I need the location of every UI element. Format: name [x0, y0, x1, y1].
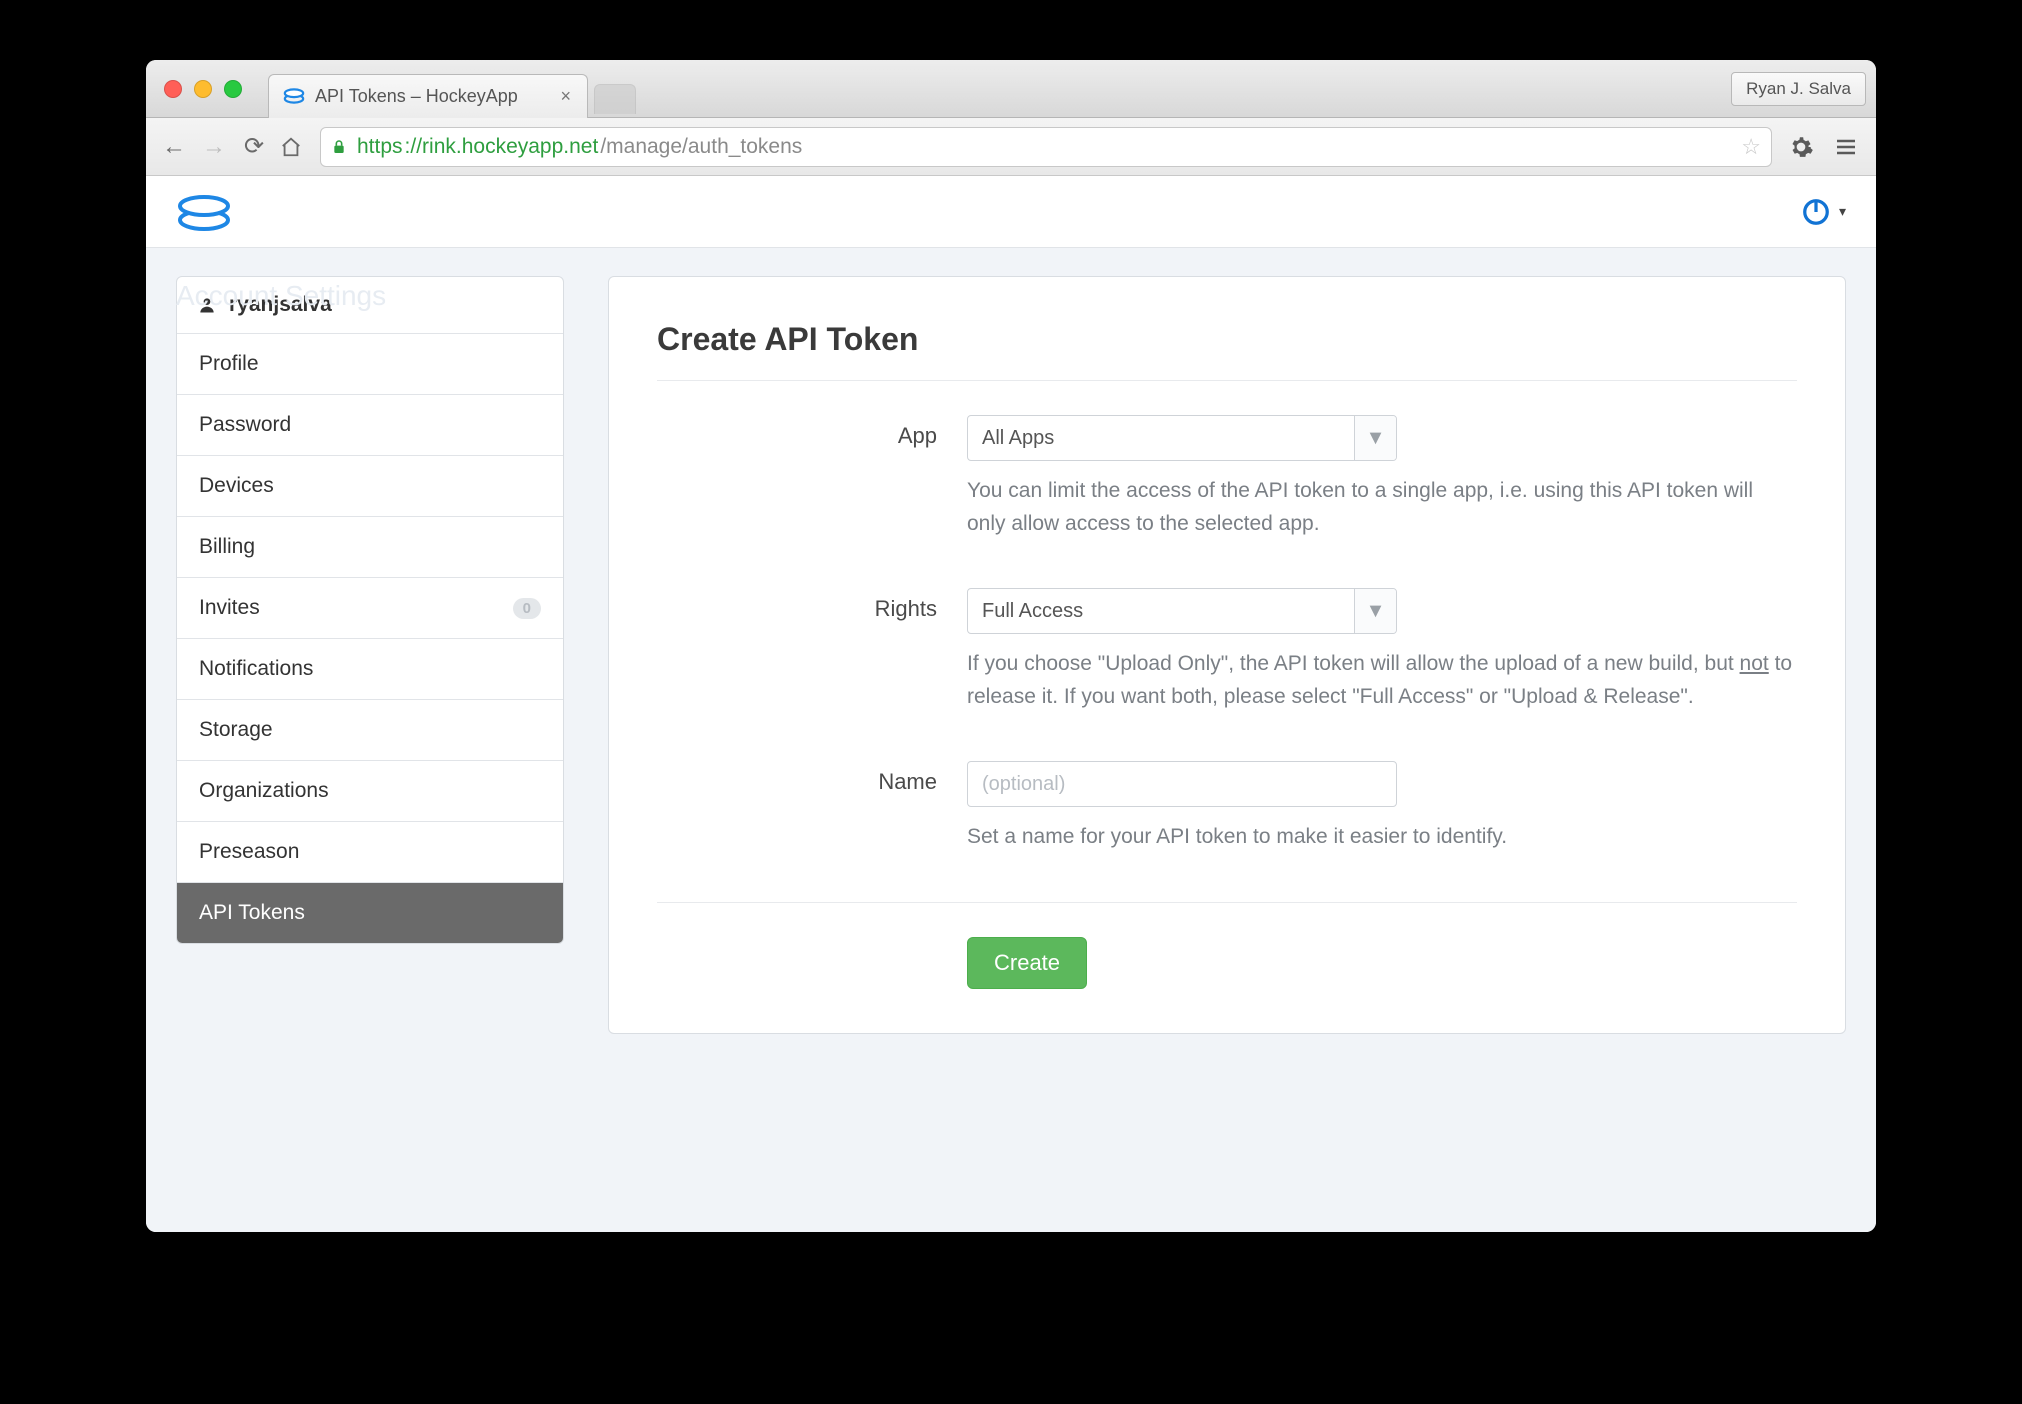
form-row-rights: Rights Full Access ▼ If you choose "Uplo…: [657, 588, 1797, 713]
sidebar-item-label: Invites: [199, 596, 260, 620]
browser-toolbar: ← → ⟳ https ://rink.hockeyapp.net /manag…: [146, 118, 1876, 176]
url-host: ://rink.hockeyapp.net: [405, 135, 599, 159]
sidebar-item-label: Billing: [199, 535, 255, 559]
window-close-button[interactable]: [164, 80, 182, 98]
caret-down-icon: ▼: [1354, 589, 1396, 633]
sidebar-item-storage[interactable]: Storage: [177, 700, 563, 761]
name-label: Name: [657, 761, 967, 854]
panel-heading: Create API Token: [657, 321, 1797, 358]
back-button[interactable]: ←: [160, 135, 188, 159]
form-row-name: Name Set a name for your API token to ma…: [657, 761, 1797, 854]
sidebar-item-label: Preseason: [199, 840, 299, 864]
create-button[interactable]: Create: [967, 937, 1087, 989]
account-menu-button[interactable]: ▾: [1801, 197, 1846, 227]
sidebar-item-label: Notifications: [199, 657, 313, 681]
sidebar-item-billing[interactable]: Billing: [177, 517, 563, 578]
rights-select-value: Full Access: [968, 589, 1354, 633]
sidebar-item-notifications[interactable]: Notifications: [177, 639, 563, 700]
sidebar-item-invites[interactable]: Invites 0: [177, 578, 563, 639]
sidebar-item-label: Profile: [199, 352, 259, 376]
window-minimize-button[interactable]: [194, 80, 212, 98]
forward-button[interactable]: →: [200, 135, 228, 159]
reload-button[interactable]: ⟳: [240, 135, 268, 159]
window-zoom-button[interactable]: [224, 80, 242, 98]
rights-label: Rights: [657, 588, 967, 713]
sidebar-badge: 0: [513, 598, 541, 619]
new-tab-button[interactable]: [594, 84, 636, 114]
rights-select[interactable]: Full Access ▼: [967, 588, 1397, 634]
app-select-value: All Apps: [968, 416, 1354, 460]
caret-down-icon: ▾: [1839, 203, 1846, 220]
divider: [657, 380, 1797, 381]
chrome-menu-icon[interactable]: [1830, 135, 1862, 159]
settings-sidebar: ryanjsalva ProfilePasswordDevicesBilling…: [176, 276, 564, 944]
url-path: /manage/auth_tokens: [600, 135, 802, 159]
form-actions: Create: [657, 937, 1797, 989]
sidebar-item-label: Password: [199, 413, 291, 437]
rights-help-underlined: not: [1740, 652, 1769, 675]
page-subtitle-faint: Account Settings: [176, 280, 386, 312]
sidebar-item-label: Organizations: [199, 779, 329, 803]
app-help-text: You can limit the access of the API toke…: [967, 475, 1797, 540]
chrome-user-chip[interactable]: Ryan J. Salva: [1731, 72, 1866, 106]
divider: [657, 902, 1797, 903]
rights-help-pre: If you choose "Upload Only", the API tok…: [967, 652, 1740, 675]
traffic-lights: [164, 80, 242, 98]
app-select[interactable]: All Apps ▼: [967, 415, 1397, 461]
sidebar-item-password[interactable]: Password: [177, 395, 563, 456]
bookmark-star-icon[interactable]: ☆: [1741, 134, 1761, 160]
hockeyapp-favicon-icon: [283, 85, 305, 107]
app-header: ▾: [146, 176, 1876, 248]
name-help-text: Set a name for your API token to make it…: [967, 821, 1797, 854]
url-scheme: https: [357, 135, 403, 159]
tab-close-button[interactable]: ×: [556, 86, 575, 107]
sidebar-item-api-tokens[interactable]: API Tokens: [177, 883, 563, 943]
page-body: ▾ Account Settings ryanjsalva ProfilePas…: [146, 176, 1876, 1232]
tab-title: API Tokens – HockeyApp: [315, 86, 518, 107]
sidebar-item-devices[interactable]: Devices: [177, 456, 563, 517]
form-row-app: App All Apps ▼ You can limit the access …: [657, 415, 1797, 540]
browser-window: API Tokens – HockeyApp × Ryan J. Salva ←…: [146, 60, 1876, 1232]
hockeyapp-logo-icon: [176, 191, 232, 233]
sidebar-item-label: Storage: [199, 718, 273, 742]
lock-icon: [331, 137, 347, 157]
address-bar[interactable]: https ://rink.hockeyapp.net /manage/auth…: [320, 127, 1772, 167]
sidebar-item-profile[interactable]: Profile: [177, 334, 563, 395]
app-label: App: [657, 415, 967, 540]
rights-help-text: If you choose "Upload Only", the API tok…: [967, 648, 1797, 713]
power-icon: [1801, 197, 1831, 227]
home-button[interactable]: [280, 136, 308, 158]
window-titlebar: API Tokens – HockeyApp × Ryan J. Salva: [146, 60, 1876, 118]
sidebar-item-label: API Tokens: [199, 901, 305, 925]
settings-gear-icon[interactable]: [1784, 134, 1818, 160]
sidebar-item-organizations[interactable]: Organizations: [177, 761, 563, 822]
sidebar-item-label: Devices: [199, 474, 274, 498]
name-input[interactable]: [967, 761, 1397, 807]
main-panel: Create API Token App All Apps ▼ You can …: [608, 276, 1846, 1034]
caret-down-icon: ▼: [1354, 416, 1396, 460]
sidebar-item-preseason[interactable]: Preseason: [177, 822, 563, 883]
browser-tab[interactable]: API Tokens – HockeyApp ×: [268, 74, 588, 118]
